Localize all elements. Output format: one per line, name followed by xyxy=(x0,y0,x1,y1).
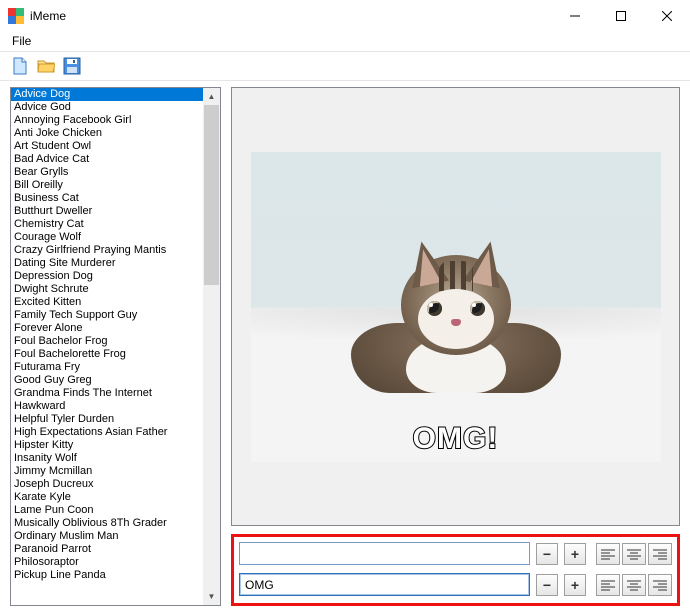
template-list-item[interactable]: Family Tech Support Guy xyxy=(11,309,203,322)
template-list-item[interactable]: Hawkward xyxy=(11,400,203,413)
minimize-button[interactable] xyxy=(552,0,598,31)
template-list-item[interactable]: Dating Site Murderer xyxy=(11,257,203,270)
app-icon xyxy=(8,8,24,24)
meme-preview: OMG! xyxy=(231,87,680,526)
bottom-font-decrease-button[interactable]: − xyxy=(536,574,558,596)
meme-canvas: OMG! xyxy=(251,152,661,462)
template-list-item[interactable]: Crazy Girlfriend Praying Mantis xyxy=(11,244,203,257)
title-bar: iMeme xyxy=(0,0,690,31)
template-list-item[interactable]: Philosoraptor xyxy=(11,556,203,569)
template-list-item[interactable]: Butthurt Dweller xyxy=(11,205,203,218)
template-list-item[interactable]: Forever Alone xyxy=(11,322,203,335)
template-list-item[interactable]: Bear Grylls xyxy=(11,166,203,179)
menu-file[interactable]: File xyxy=(6,32,37,50)
scroll-track[interactable] xyxy=(203,105,220,588)
template-list-item[interactable]: Lame Pun Coon xyxy=(11,504,203,517)
window-controls xyxy=(552,0,690,31)
scroll-thumb[interactable] xyxy=(204,105,219,285)
scroll-up-button[interactable]: ▲ xyxy=(203,88,220,105)
toolbar xyxy=(0,52,690,80)
template-list-item[interactable]: Joseph Ducreux xyxy=(11,478,203,491)
template-list-item[interactable]: Depression Dog xyxy=(11,270,203,283)
top-align-center-button[interactable] xyxy=(622,543,646,565)
preview-subject xyxy=(351,323,561,393)
top-caption-input[interactable] xyxy=(239,542,530,565)
template-list-item[interactable]: Pickup Line Panda xyxy=(11,569,203,582)
template-list-item[interactable]: Karate Kyle xyxy=(11,491,203,504)
template-listbox[interactable]: Advice DogAdvice GodAnnoying Facebook Gi… xyxy=(10,87,221,606)
template-list-item[interactable]: Courage Wolf xyxy=(11,231,203,244)
top-font-increase-button[interactable]: + xyxy=(564,543,586,565)
template-list-item[interactable]: Bad Advice Cat xyxy=(11,153,203,166)
template-list-item[interactable]: Jimmy Mcmillan xyxy=(11,465,203,478)
template-list-item[interactable]: Advice God xyxy=(11,101,203,114)
main-panel: OMG! − + − + xyxy=(225,81,690,612)
template-list-item[interactable]: Bill Oreilly xyxy=(11,179,203,192)
bottom-align-right-button[interactable] xyxy=(648,574,672,596)
template-list-item[interactable]: Futurama Fry xyxy=(11,361,203,374)
save-button[interactable] xyxy=(62,56,82,76)
bottom-align-left-button[interactable] xyxy=(596,574,620,596)
template-list-item[interactable]: Insanity Wolf xyxy=(11,452,203,465)
scroll-down-button[interactable]: ▼ xyxy=(203,588,220,605)
template-list-item[interactable]: Hipster Kitty xyxy=(11,439,203,452)
bottom-align-group xyxy=(596,574,672,596)
template-list-item[interactable]: Anti Joke Chicken xyxy=(11,127,203,140)
scrollbar[interactable]: ▲ ▼ xyxy=(203,88,220,605)
menu-bar: File xyxy=(0,31,690,51)
close-button[interactable] xyxy=(644,0,690,31)
bottom-caption-row: − + xyxy=(239,573,672,596)
top-caption-row: − + xyxy=(239,542,672,565)
template-list-item[interactable]: Ordinary Muslim Man xyxy=(11,530,203,543)
template-list-item[interactable]: Good Guy Greg xyxy=(11,374,203,387)
maximize-button[interactable] xyxy=(598,0,644,31)
template-list-item[interactable]: Annoying Facebook Girl xyxy=(11,114,203,127)
template-list-item[interactable]: Helpful Tyler Durden xyxy=(11,413,203,426)
template-list-item[interactable]: Grandma Finds The Internet xyxy=(11,387,203,400)
template-list-item[interactable]: Foul Bachelorette Frog xyxy=(11,348,203,361)
bottom-align-center-button[interactable] xyxy=(622,574,646,596)
template-list-item[interactable]: Dwight Schrute xyxy=(11,283,203,296)
top-align-right-button[interactable] xyxy=(648,543,672,565)
top-align-left-button[interactable] xyxy=(596,543,620,565)
bottom-caption-input[interactable] xyxy=(239,573,530,596)
template-list-item[interactable]: Advice Dog xyxy=(11,88,203,101)
client-area: Advice DogAdvice GodAnnoying Facebook Gi… xyxy=(0,81,690,612)
window-title: iMeme xyxy=(30,9,552,23)
template-list-item[interactable]: Foul Bachelor Frog xyxy=(11,335,203,348)
top-font-decrease-button[interactable]: − xyxy=(536,543,558,565)
template-list-item[interactable]: Paranoid Parrot xyxy=(11,543,203,556)
open-folder-button[interactable] xyxy=(36,56,56,76)
template-list-item[interactable]: Art Student Owl xyxy=(11,140,203,153)
template-list-item[interactable]: Business Cat xyxy=(11,192,203,205)
bottom-caption: OMG! xyxy=(413,422,499,456)
template-list-item[interactable]: Excited Kitten xyxy=(11,296,203,309)
top-align-group xyxy=(596,543,672,565)
new-document-button[interactable] xyxy=(10,56,30,76)
sidebar: Advice DogAdvice GodAnnoying Facebook Gi… xyxy=(0,81,225,612)
caption-controls-highlight: − + − + xyxy=(231,534,680,606)
bottom-font-increase-button[interactable]: + xyxy=(564,574,586,596)
template-list-item[interactable]: Musically Oblivious 8Th Grader xyxy=(11,517,203,530)
template-list-item[interactable]: High Expectations Asian Father xyxy=(11,426,203,439)
template-list-item[interactable]: Chemistry Cat xyxy=(11,218,203,231)
